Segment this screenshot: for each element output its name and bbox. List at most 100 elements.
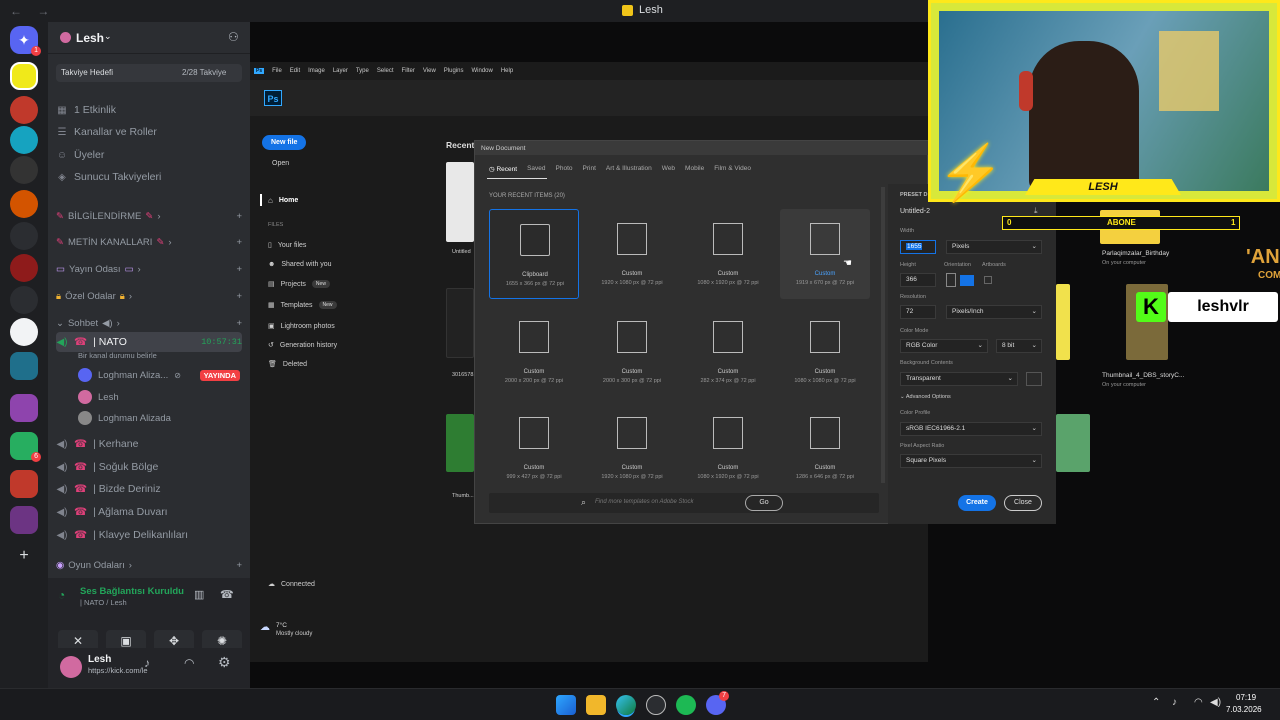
nav-lightroom[interactable]: ▣ Lightroom photos: [268, 322, 335, 331]
recent-item[interactable]: Custom 1080 x 1080 px @ 72 ppi: [780, 307, 870, 397]
server-header[interactable]: Lesh ⌄ ⚇: [48, 22, 250, 54]
recent-thumbnail[interactable]: [446, 288, 474, 358]
app-icon[interactable]: [646, 695, 666, 715]
user-avatar[interactable]: [60, 656, 82, 678]
new-file-button[interactable]: New file: [262, 135, 307, 150]
recent-item[interactable]: Custom 1919 x 670 px @ 72 ppi: [780, 209, 870, 299]
server-folder-icon-4[interactable]: [10, 470, 38, 498]
menu-filter[interactable]: Filter: [402, 68, 415, 74]
open-link[interactable]: Open: [272, 160, 289, 167]
disconnect-icon[interactable]: ☎: [220, 588, 234, 601]
category-sohbet[interactable]: ⌄ Sohbet ◀) › +: [56, 315, 242, 331]
recent-thumbnail[interactable]: [446, 162, 474, 242]
server-folder-icon[interactable]: [10, 352, 38, 380]
add-channel-icon[interactable]: +: [236, 560, 242, 571]
server-folder-icon-2[interactable]: [10, 394, 38, 422]
scrollbar[interactable]: [881, 187, 885, 483]
menu-file[interactable]: File: [272, 68, 282, 74]
width-input[interactable]: 1655: [900, 240, 936, 254]
menu-window[interactable]: Window: [471, 68, 492, 74]
resolution-input[interactable]: 72: [900, 305, 936, 319]
voice-channel[interactable]: ◀) ☎ | Klavye Delikanlıları: [56, 525, 242, 545]
tray-chevron-up-icon[interactable]: ⌃: [1152, 697, 1160, 708]
members-item[interactable]: ☺ Üyeler: [56, 145, 242, 165]
tab-mobile[interactable]: Mobile: [685, 165, 704, 173]
menu-type[interactable]: Type: [356, 68, 369, 74]
tab-film-video[interactable]: Film & Video: [714, 165, 751, 173]
recent-item[interactable]: Custom 1920 x 1080 px @ 72 ppi: [587, 209, 677, 299]
recent-item[interactable]: Custom 1080 x 1920 px @ 72 ppi: [683, 403, 773, 493]
server-icon-2[interactable]: [10, 96, 38, 124]
history-nav-buttons[interactable]: ← →: [10, 4, 55, 18]
channels-roles-item[interactable]: ☰ Kanallar ve Roller: [56, 122, 242, 142]
add-channel-icon[interactable]: +: [236, 237, 242, 248]
recent-item[interactable]: Custom 1080 x 1920 px @ 72 ppi: [683, 209, 773, 299]
portrait-orientation-button[interactable]: [946, 273, 956, 287]
nav-home[interactable]: ⌂ Home: [268, 196, 298, 205]
nav-shared[interactable]: ☻ Shared with you: [268, 261, 332, 268]
server-icon-7[interactable]: [10, 254, 38, 282]
menu-image[interactable]: Image: [308, 68, 325, 74]
server-icon-5[interactable]: [10, 190, 38, 218]
server-icon-3[interactable]: [10, 126, 38, 154]
tab-art-illustration[interactable]: Art & Illustration: [606, 165, 652, 173]
menu-edit[interactable]: Edit: [290, 68, 300, 74]
recent-thumbnail[interactable]: [1056, 414, 1090, 472]
recent-item-clipboard[interactable]: Clipboard 1655 x 366 px @ 72 ppi: [489, 209, 579, 299]
add-channel-icon[interactable]: +: [236, 211, 242, 222]
invite-people-icon[interactable]: ⚇: [228, 30, 239, 44]
document-name-field[interactable]: Untitled-2: [900, 208, 930, 215]
discord-taskbar-icon[interactable]: 7: [706, 691, 729, 715]
bit-depth-select[interactable]: 8 bit ⌄: [996, 339, 1042, 353]
voice-location[interactable]: | NATO / Lesh: [80, 598, 127, 607]
server-icon-6[interactable]: [10, 222, 38, 250]
nav-deleted[interactable]: 🗑︎ Deleted: [268, 360, 307, 369]
voice-channel-nato[interactable]: ◀) ☎ | NATO 10:57:31: [56, 332, 242, 352]
voice-channel-status[interactable]: Bir kanal durumu belirle: [78, 351, 157, 360]
artboards-checkbox[interactable]: [984, 276, 992, 284]
add-channel-icon[interactable]: +: [236, 291, 242, 302]
edge-browser-icon[interactable]: [616, 695, 636, 715]
windows-start-icon[interactable]: [556, 695, 576, 715]
voice-channel[interactable]: ◀) ☎ | Ağlama Duvarı: [56, 502, 242, 522]
voice-member[interactable]: Loghman Alizada: [78, 411, 171, 425]
headphones-icon[interactable]: ◠: [184, 656, 194, 670]
server-icon-8[interactable]: [10, 286, 38, 314]
voice-member[interactable]: Loghman Aliza... ⊘ YAYINDA: [78, 368, 240, 382]
server-icon-4[interactable]: [10, 156, 38, 184]
boost-goal-bar[interactable]: Takviye Hedefi 2/28 Takviye: [56, 64, 242, 82]
color-mode-select[interactable]: RGB Color ⌄: [900, 339, 988, 353]
wifi-icon[interactable]: ◠: [1194, 697, 1203, 708]
file-explorer-icon[interactable]: [586, 695, 606, 715]
server-folder-icon-3[interactable]: 6: [10, 432, 41, 462]
menu-help[interactable]: Help: [501, 68, 513, 74]
microphone-icon[interactable]: ♪: [144, 656, 150, 670]
add-channel-icon[interactable]: +: [236, 318, 242, 329]
events-item[interactable]: ▦ 1 Etkinlik: [56, 100, 242, 120]
menu-layer[interactable]: Layer: [333, 68, 348, 74]
voice-member[interactable]: Lesh: [78, 390, 119, 404]
pixel-aspect-select[interactable]: Square Pixels ⌄: [900, 454, 1042, 468]
menu-select[interactable]: Select: [377, 68, 394, 74]
recent-thumbnail[interactable]: [446, 414, 474, 472]
create-button[interactable]: Create: [958, 495, 996, 511]
settings-gear-icon[interactable]: ⚙: [218, 654, 231, 671]
background-color-swatch[interactable]: [1026, 372, 1042, 386]
clock-date[interactable]: 7.03.2026: [1226, 705, 1262, 714]
resolution-unit-select[interactable]: Pixels/Inch ⌄: [946, 305, 1042, 319]
server-icon-9[interactable]: [10, 318, 38, 346]
category-yayin-odasi[interactable]: ▭ Yayın Odası ▭ › +: [56, 261, 242, 277]
recent-item[interactable]: Custom 1286 x 646 px @ 72 ppi: [780, 403, 870, 493]
discord-home-icon[interactable]: ✦ 1: [10, 26, 41, 56]
voice-channel[interactable]: ◀) ☎ | Kerhane: [56, 434, 242, 454]
category-metin-kanallari[interactable]: ✎ METİN KANALLARI ✎ › +: [56, 234, 242, 250]
close-button[interactable]: Close: [1004, 495, 1042, 511]
color-profile-select[interactable]: sRGB IEC61966-2.1 ⌄: [900, 422, 1042, 436]
recent-item[interactable]: Custom 2000 x 300 px @ 72 ppi: [587, 307, 677, 397]
voice-channel[interactable]: ◀) ☎ | Soğuk Bölge: [56, 457, 242, 477]
stock-search-input[interactable]: Find more templates on Adobe Stock: [595, 499, 694, 505]
nav-your-files[interactable]: ▯ Your files: [268, 241, 306, 250]
recent-thumbnail[interactable]: [1056, 284, 1070, 360]
nav-projects[interactable]: ▤ Projects New: [268, 280, 330, 288]
background-select[interactable]: Transparent ⌄: [900, 372, 1018, 386]
